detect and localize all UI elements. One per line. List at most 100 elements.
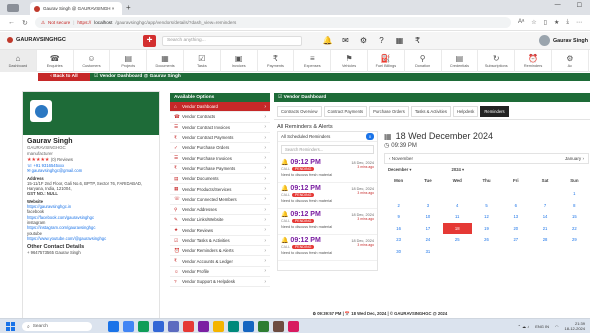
taskbar-app-icon[interactable] [138,321,149,332]
taskbar-app-icon[interactable] [123,321,134,332]
taskbar-app-icon[interactable] [258,321,269,332]
calendar-day[interactable]: 6 [501,200,530,212]
taskbar-app-icon[interactable] [228,321,239,332]
option-vendor-connected-members[interactable]: ☏ Vendor Connected Members › [170,194,270,205]
tab-purchase-orders[interactable]: Purchase Orders [369,106,409,117]
split-screen-icon[interactable]: ▯ [544,19,547,26]
calendar-day[interactable]: 28 [530,234,559,246]
favorite-star-icon[interactable]: ☆ [531,19,536,26]
calendar-day[interactable]: 7 [530,200,559,212]
option-vendor-contract-payments[interactable]: ₹ Vendor Contract Payments › [170,132,270,144]
reminder-item[interactable]: 🔔 09:12 PM CALL PENDING Need to discuss fre… [278,183,377,209]
taskbar-app-icon[interactable] [183,321,194,332]
option-vendor-accounts-ledger[interactable]: ₹ Vendor Accounts & Ledger › [170,256,270,267]
user-menu[interactable]: Gaurav Singh [538,35,588,46]
calendar-day[interactable]: 17 [413,223,442,235]
tab-contract-payments[interactable]: Contract Payments [323,106,368,117]
calendar-day[interactable]: 18 [442,222,472,234]
module-donation[interactable]: ⚲ Donation [405,50,442,72]
calendar-day[interactable]: 21 [530,223,559,235]
option-vendor-contract-invoices[interactable]: ☰ Vendor Contract Invoices › [170,122,270,133]
next-month-button[interactable]: January › [565,156,584,161]
taskbar-app-icon[interactable] [108,321,119,332]
other-contact-row[interactable]: + 9647573565 Gaurav Singh [27,250,155,255]
messages-icon[interactable]: ✉ [340,35,351,46]
option-vendor-documents[interactable]: ▤ Vendor Documents › [170,174,270,185]
quick-add-button[interactable]: + [143,35,156,47]
year-select[interactable]: 2024 ▾ [452,167,465,175]
wifi-icon[interactable]: ◠ [555,324,559,329]
calendar-day[interactable]: 2 [384,200,413,212]
calendar-day[interactable]: 8 [560,200,589,212]
module-dashboard[interactable]: ⌂ Dashboard [0,50,37,72]
option-vendor-addresses[interactable]: ⚲ Vendor Addresses › [170,204,270,216]
vendor-email[interactable]: ✉ gauravsinghgc@gmail.com [27,168,155,173]
module-projects[interactable]: ▤ Projects [110,50,148,72]
module-enquiries[interactable]: ☎ Enquiries [37,50,74,72]
calendar-day[interactable]: 29 [560,234,589,246]
calendar-day[interactable]: 25 [443,234,472,246]
calendar-day[interactable]: 3 [413,200,442,212]
more-menu-icon[interactable]: ⋯ [576,19,582,26]
module-fuel-billings[interactable]: ⛽ Fuel Billings [368,50,405,72]
downloads-icon[interactable]: ⤓ [566,19,569,26]
calendar-day[interactable]: 10 [413,211,442,223]
option-vendor-reviews[interactable]: ★ Vendor Reviews › [170,225,270,236]
module-payments[interactable]: ₹ Payments [258,50,295,72]
reminder-search-input[interactable]: Search Reminders... [281,145,374,154]
option-vendor-purchase-payments[interactable]: ₹ Vendor Purchase Payments › [170,163,270,175]
taskbar-app-icon[interactable] [288,321,299,332]
calendar-day[interactable]: 26 [472,234,501,246]
browser-app-icon[interactable] [7,4,19,12]
settings-gear-icon[interactable]: ⚙ [358,35,369,46]
back-to-all-button[interactable]: ‹ Back to All [38,73,90,81]
option-vendor-purchase-orders[interactable]: ✓ Vendor Purchase Orders › [170,143,270,154]
taskbar-app-icon[interactable] [273,321,284,332]
calendar-day[interactable]: 9 [384,211,413,223]
module-subscriptions[interactable]: ↻ Subscriptions [478,50,516,72]
module-expenses[interactable]: ≡ Expenses [294,50,332,72]
option-vendor-purchase-invoices[interactable]: ☰ Vendor Purchase Invoices › [170,153,270,164]
currency-icon[interactable]: ₹ [412,35,423,46]
module-invoices[interactable]: ▣ Invoices [221,50,258,72]
reminder-item[interactable]: 🔔 09:12 PM CALL PENDING Need to discuss fre… [278,235,377,261]
tab-tasks-activities[interactable]: Tasks & Activities [410,106,451,117]
calendar-day[interactable]: 31 [413,246,442,258]
maximize-icon[interactable]: ☐ [577,2,582,9]
module-tasks[interactable]: ☑ Tasks [184,50,221,72]
minimize-icon[interactable]: — [555,2,561,9]
calendar-day[interactable]: 13 [501,211,530,223]
calendar-day[interactable]: 12 [472,211,501,223]
reload-icon[interactable]: ↻ [22,19,28,27]
taskbar-app-icon[interactable] [153,321,164,332]
module-documents[interactable]: ▦ Documents [147,50,184,72]
taskbar-app-icon[interactable] [168,321,179,332]
option-vendor-tasks-activities[interactable]: ☑ Vendor Tasks & Activities › [170,235,270,247]
calendar-day[interactable]: 24 [413,234,442,246]
global-search-input[interactable]: Search anything... [162,36,302,46]
favorites-icon[interactable]: ★ [554,19,559,26]
review-count[interactable]: (0) Reviews [51,157,73,162]
option-vendor-products-services[interactable]: ▦ Vendor Products/Services › [170,184,270,195]
reminder-item[interactable]: 🔔 09:12 PM CALL PENDING Need to discuss fre… [278,209,377,235]
option-vendor-support-helpdesk[interactable]: ? Vendor Support & Helpdesk › [170,277,270,288]
back-arrow-icon[interactable]: ← [8,19,15,26]
module-ac[interactable]: ⚙ Ac [552,50,589,72]
module-credentials[interactable]: ▤ Credentials [442,50,479,72]
reminder-item[interactable]: 🔔 09:12 PM CALL PENDING Need to discuss fre… [278,157,377,183]
module-reminders[interactable]: ⏰ Reminders [515,50,552,72]
calendar-day[interactable]: 11 [443,211,472,223]
windows-start-icon[interactable] [6,322,15,331]
calendar-day[interactable]: 22 [560,223,589,235]
calendar-day[interactable]: 27 [501,234,530,246]
taskbar-app-icon[interactable] [198,321,209,332]
option-vendor-contracts[interactable]: ☎ Vendor Contracts › [170,112,270,123]
calendar-day[interactable]: 4 [443,200,472,212]
taskbar-app-icon[interactable] [243,321,254,332]
read-aloud-icon[interactable]: Aᵃ [518,19,524,26]
browser-tab[interactable]: Gaurav Singh @ GAURAVSINGH × [30,2,122,15]
brand-logo[interactable]: GAURAVSINGHGC [7,37,66,43]
new-tab-icon[interactable]: + [126,3,131,12]
notifications-bell-icon[interactable]: 🔔 [322,35,333,46]
profile-link[interactable]: https://www.youtube.com/@gauravsinghgc [27,236,155,241]
